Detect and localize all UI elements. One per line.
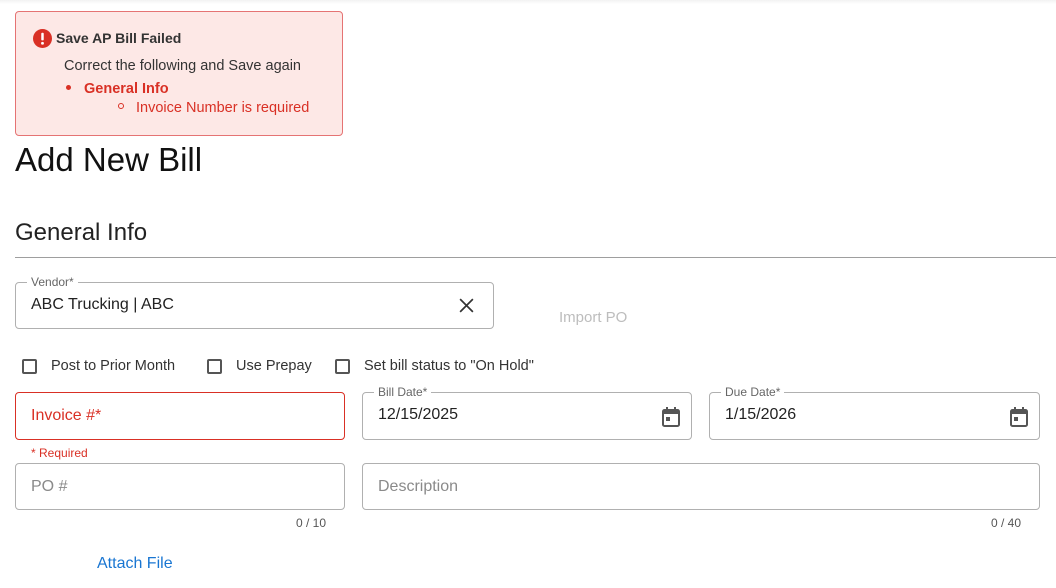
alert-section-label: General Info xyxy=(84,81,169,97)
on-hold-checkbox[interactable]: Set bill status to "On Hold" xyxy=(335,358,534,374)
due-date-label: Due Date* xyxy=(721,385,785,399)
vendor-label: Vendor* xyxy=(27,275,78,289)
sub-bullet-icon xyxy=(118,103,124,110)
calendar-icon[interactable] xyxy=(1009,406,1029,428)
bill-date-value: 12/15/2025 xyxy=(378,406,459,423)
checkbox-label: Set bill status to "On Hold" xyxy=(364,358,534,374)
attach-file-link[interactable]: Attach File xyxy=(97,555,173,573)
po-placeholder: PO # xyxy=(31,478,68,495)
section-divider xyxy=(15,257,1056,258)
checkbox-label: Post to Prior Month xyxy=(51,358,176,374)
alert-title: Save AP Bill Failed xyxy=(56,30,182,46)
section-title: General Info xyxy=(15,219,148,246)
close-icon[interactable] xyxy=(458,297,475,314)
vendor-value: ABC Trucking | ABC xyxy=(31,296,174,313)
description-field[interactable]: Description xyxy=(362,463,1040,510)
due-date-value: 1/15/2026 xyxy=(725,406,797,423)
description-char-counter: 0 / 40 xyxy=(991,516,1022,530)
vendor-field[interactable]: Vendor* ABC Trucking | ABC xyxy=(15,275,494,329)
use-prepay-checkbox[interactable]: Use Prepay xyxy=(207,358,312,374)
post-prior-month-checkbox[interactable]: Post to Prior Month xyxy=(22,358,175,374)
bullet-icon xyxy=(66,84,71,90)
error-alert: Save AP Bill Failed Correct the followin… xyxy=(15,11,343,136)
po-char-counter: 0 / 10 xyxy=(296,516,327,530)
po-number-field[interactable]: PO # xyxy=(15,463,345,510)
bill-date-label: Bill Date* xyxy=(374,385,432,399)
error-icon xyxy=(33,29,52,48)
checkbox-box[interactable] xyxy=(207,358,222,374)
checkbox-box[interactable] xyxy=(22,358,37,374)
due-date-field[interactable]: Due Date* 1/15/2026 xyxy=(709,385,1040,440)
alert-error-item: Invoice Number is required xyxy=(118,100,309,116)
bill-date-field[interactable]: Bill Date* 12/15/2025 xyxy=(362,385,692,440)
alert-error-label: Invoice Number is required xyxy=(136,100,310,116)
checkbox-box[interactable] xyxy=(335,358,350,374)
invoice-required-hint: * Required xyxy=(31,446,88,460)
description-placeholder: Description xyxy=(378,478,459,495)
alert-message: Correct the following and Save again xyxy=(64,58,301,74)
page-title: Add New Bill xyxy=(15,141,203,178)
alert-section-item: General Info xyxy=(66,81,169,97)
top-shadow xyxy=(0,0,1056,4)
calendar-icon[interactable] xyxy=(661,406,681,428)
import-po-button[interactable]: Import PO xyxy=(559,309,627,326)
invoice-number-field[interactable]: Invoice #* xyxy=(15,392,345,440)
invoice-placeholder: Invoice #* xyxy=(31,407,102,424)
checkbox-label: Use Prepay xyxy=(236,358,312,374)
